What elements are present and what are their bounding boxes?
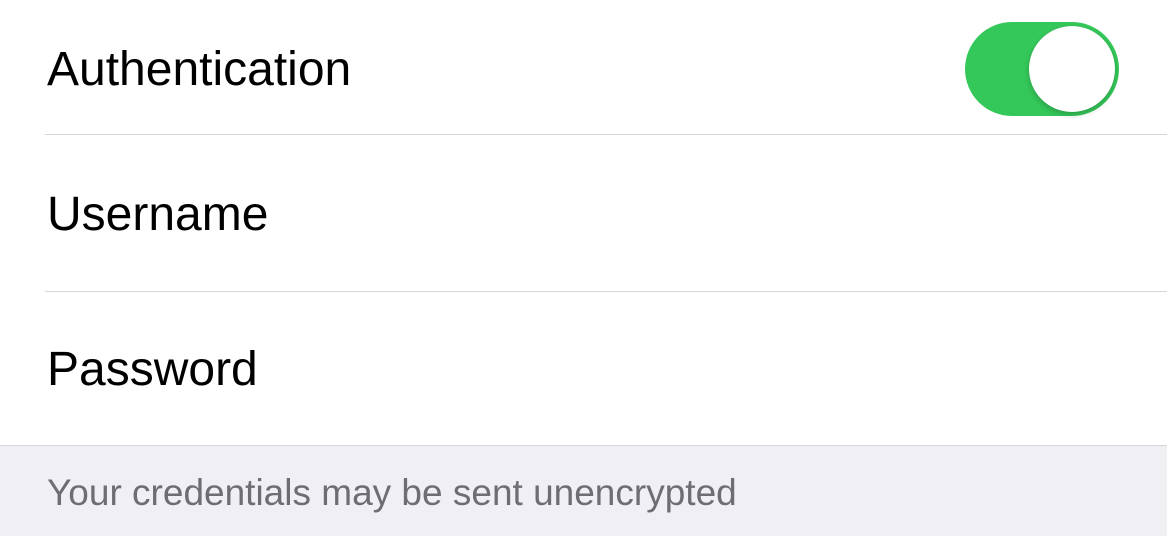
username-label: Username (47, 188, 269, 241)
password-row[interactable]: Password (0, 292, 1167, 445)
section-footer: Your credentials may be sent unencrypted (0, 445, 1167, 536)
password-label: Password (47, 343, 258, 396)
authentication-row: Authentication (0, 0, 1167, 134)
username-row[interactable]: Username (0, 135, 1167, 291)
footer-note: Your credentials may be sent unencrypted (47, 472, 737, 513)
authentication-toggle[interactable] (965, 22, 1119, 116)
toggle-knob (1029, 26, 1115, 112)
authentication-label: Authentication (47, 43, 352, 96)
